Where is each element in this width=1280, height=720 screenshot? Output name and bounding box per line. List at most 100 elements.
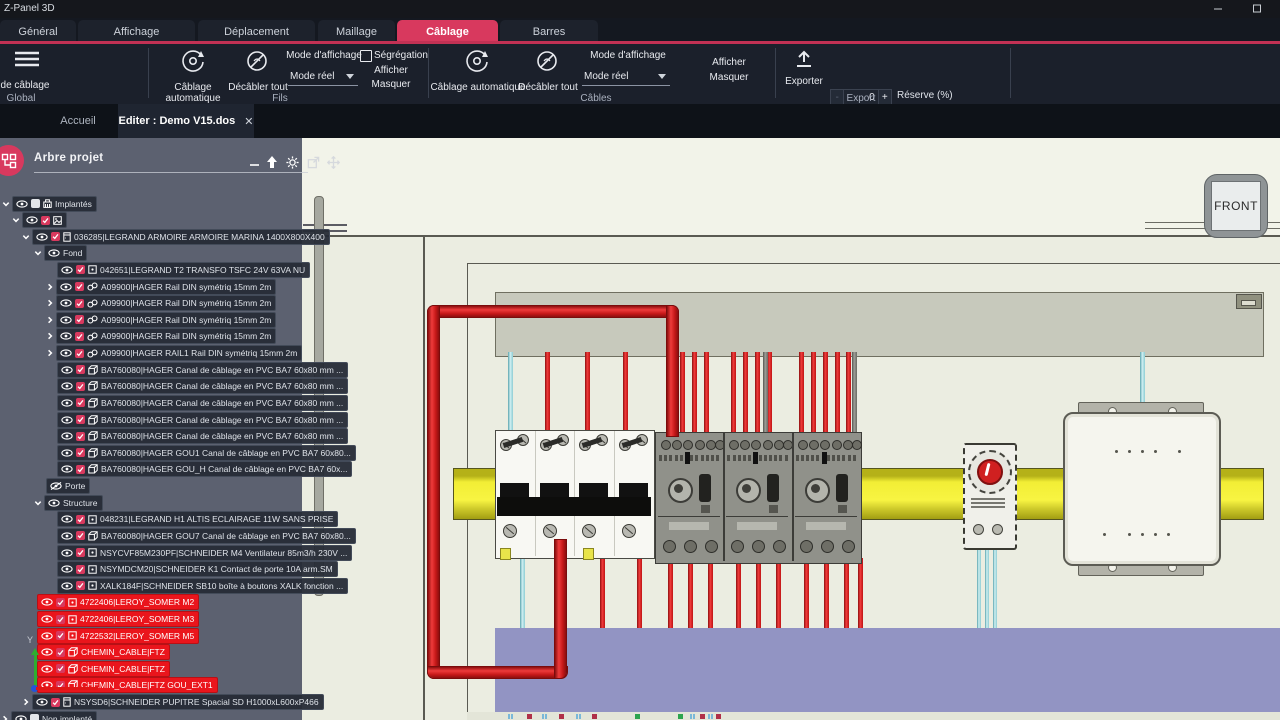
eye-icon[interactable] bbox=[61, 582, 73, 590]
eye-icon[interactable] bbox=[36, 698, 48, 706]
tree-row[interactable]: Structure bbox=[34, 495, 103, 510]
segregation-label[interactable]: Ségrégation bbox=[374, 50, 430, 61]
close-tab-icon[interactable]: ✕ bbox=[244, 115, 253, 128]
chevron-down-icon[interactable] bbox=[34, 499, 42, 507]
eye-icon[interactable] bbox=[61, 399, 73, 407]
checkbox-checked[interactable] bbox=[75, 299, 84, 308]
tree-row[interactable]: BA760080|HAGER Canal de câblage en PVC B… bbox=[57, 362, 348, 377]
tree-row[interactable]: A09900|HAGER Rail DIN symétriq 15mm 2m bbox=[46, 312, 276, 327]
checkbox-checked[interactable] bbox=[76, 432, 85, 441]
export-icon[interactable] bbox=[794, 49, 814, 74]
tree-node-chip[interactable]: Non implanté bbox=[11, 711, 97, 720]
checkbox-checked[interactable] bbox=[51, 232, 60, 241]
tree-row[interactable]: BA760080|HAGER GOU7 Canal de câblage en … bbox=[57, 528, 356, 543]
move-panel-icon[interactable] bbox=[325, 154, 341, 170]
eye-icon[interactable] bbox=[61, 449, 73, 457]
eye-icon[interactable] bbox=[60, 332, 72, 340]
chevron-right-icon[interactable] bbox=[22, 698, 30, 706]
checkbox-checked[interactable] bbox=[41, 216, 50, 225]
eye-icon[interactable] bbox=[60, 283, 72, 291]
tree-node-chip[interactable]: BA760080|HAGER GOU1 Canal de câblage en … bbox=[57, 445, 356, 461]
eye-off-icon[interactable] bbox=[50, 482, 62, 490]
checkbox-checked[interactable] bbox=[75, 282, 84, 291]
eye-icon[interactable] bbox=[61, 266, 73, 274]
chevron-right-icon[interactable] bbox=[1, 715, 9, 720]
tree-row[interactable]: Fond bbox=[34, 246, 87, 261]
tree-node-chip[interactable]: 036285|LEGRAND ARMOIRE ARMOIRE MARINA 14… bbox=[32, 229, 330, 245]
eye-icon[interactable] bbox=[60, 349, 72, 357]
chevron-right-icon[interactable] bbox=[46, 299, 54, 307]
eye-icon[interactable] bbox=[61, 382, 73, 390]
checkbox-checked[interactable] bbox=[76, 531, 85, 540]
tree-row[interactable]: A09900|HAGER RAIL1 Rail DIN symétriq 15m… bbox=[46, 346, 302, 361]
tree-row[interactable]: CHEMIN_CABLE|FTZ bbox=[37, 645, 170, 660]
ribbon-tab-général[interactable]: Général bbox=[0, 20, 76, 43]
checkbox-empty[interactable] bbox=[31, 199, 40, 208]
tree-row[interactable]: 4722406|LEROY_SOMER M3 bbox=[37, 612, 199, 627]
chevron-right-icon[interactable] bbox=[46, 283, 54, 291]
segregation-checkbox[interactable] bbox=[360, 50, 372, 62]
tree-node-chip[interactable]: BA760080|HAGER GOU_H Canal de câblage en… bbox=[57, 461, 352, 477]
tree-node-chip[interactable]: Implantés bbox=[12, 196, 97, 212]
checkbox-empty[interactable] bbox=[30, 714, 39, 720]
checkbox-checked[interactable] bbox=[76, 365, 85, 374]
tree-node-chip[interactable]: BA760080|HAGER Canal de câblage en PVC B… bbox=[57, 395, 348, 411]
chevron-down-icon[interactable] bbox=[2, 200, 10, 208]
eye-icon[interactable] bbox=[48, 249, 60, 257]
tree-node-chip[interactable]: BA760080|HAGER Canal de câblage en PVC B… bbox=[57, 412, 348, 428]
checkbox-checked[interactable] bbox=[76, 448, 85, 457]
eye-icon[interactable] bbox=[61, 549, 73, 557]
tree-node-chip[interactable]: BA760080|HAGER Canal de câblage en PVC B… bbox=[57, 378, 348, 394]
tree-row[interactable]: Non implanté bbox=[1, 711, 97, 720]
view-cube[interactable]: FRONT bbox=[1204, 174, 1268, 238]
checkbox-checked[interactable] bbox=[75, 315, 84, 324]
cables-display-mode-select[interactable]: Mode réel bbox=[584, 71, 628, 82]
cables-hide-button[interactable]: Masquer bbox=[704, 72, 754, 83]
checkbox-checked[interactable] bbox=[75, 332, 84, 341]
viewport-3d[interactable]: FRONT bbox=[302, 138, 1280, 720]
checkbox-checked[interactable] bbox=[76, 382, 85, 391]
tree-row[interactable]: Porte bbox=[46, 479, 90, 494]
checkbox-checked[interactable] bbox=[76, 515, 85, 524]
checkbox-checked[interactable] bbox=[76, 581, 85, 590]
tree-node-chip[interactable]: Porte bbox=[46, 478, 90, 494]
tree-node-chip[interactable]: 4722532|LEROY_SOMER M5 bbox=[37, 628, 199, 644]
tree-node-chip[interactable]: 4722406|LEROY_SOMER M3 bbox=[37, 611, 199, 627]
tree-row[interactable]: NSYCVF85M230PF|SCHNEIDER M4 Ventilateur … bbox=[57, 545, 352, 560]
checkbox-checked[interactable] bbox=[56, 615, 65, 624]
eye-icon[interactable] bbox=[41, 632, 53, 640]
collapse-panel-icon[interactable] bbox=[246, 156, 262, 172]
wiring-mode-icon[interactable] bbox=[14, 50, 40, 73]
tree-row[interactable]: A09900|HAGER Rail DIN symétriq 15mm 2m bbox=[46, 329, 276, 344]
chevron-right-icon[interactable] bbox=[46, 332, 54, 340]
cables-auto-wiring-button[interactable]: Câblage automatique bbox=[430, 82, 526, 93]
tree-node-chip[interactable]: 042651|LEGRAND T2 TRANSFO TSFC 24V 63VA … bbox=[57, 262, 310, 278]
checkbox-checked[interactable] bbox=[76, 398, 85, 407]
chevron-down-icon[interactable] bbox=[22, 233, 30, 241]
eye-icon[interactable] bbox=[61, 565, 73, 573]
auto-wiring-icon[interactable] bbox=[180, 48, 206, 79]
panel-settings-gear-icon[interactable] bbox=[284, 154, 300, 170]
ribbon-tab-maillage[interactable]: Maillage bbox=[318, 20, 395, 43]
tree-node-chip[interactable]: A09900|HAGER Rail DIN symétriq 15mm 2m bbox=[56, 328, 276, 344]
tree-node-chip[interactable]: NSYMDCM20|SCHNEIDER K1 Contact de porte … bbox=[57, 561, 338, 577]
tree-node-chip[interactable] bbox=[22, 212, 67, 228]
eye-icon[interactable] bbox=[15, 715, 27, 720]
tree-row[interactable]: BA760080|HAGER Canal de câblage en PVC B… bbox=[57, 412, 348, 427]
ribbon-tab-barres[interactable]: Barres bbox=[500, 20, 598, 43]
eye-icon[interactable] bbox=[61, 515, 73, 523]
tree-node-chip[interactable]: 048231|LEGRAND H1 ALTIS ECLAIRAGE 11W SA… bbox=[57, 511, 338, 527]
chevron-right-icon[interactable] bbox=[46, 349, 54, 357]
tree-node-chip[interactable]: A09900|HAGER Rail DIN symétriq 15mm 2m bbox=[56, 312, 276, 328]
chevron-down-icon[interactable] bbox=[34, 249, 42, 257]
checkbox-checked[interactable] bbox=[76, 565, 85, 574]
ribbon-tab-affichage[interactable]: Affichage bbox=[78, 20, 195, 43]
chevron-right-icon[interactable] bbox=[46, 316, 54, 324]
tree-node-chip[interactable]: BA760080|HAGER Canal de câblage en PVC B… bbox=[57, 428, 348, 444]
tree-node-chip[interactable]: BA760080|HAGER GOU7 Canal de câblage en … bbox=[57, 528, 356, 544]
tree-node-chip[interactable]: 4722406|LEROY_SOMER M2 bbox=[37, 594, 199, 610]
tree-row[interactable]: CHEMIN_CABLE|FTZ GOU_EXT1 bbox=[37, 678, 218, 693]
tree-row[interactable]: 4722406|LEROY_SOMER M2 bbox=[37, 595, 199, 610]
detach-panel-icon[interactable] bbox=[305, 154, 321, 170]
tree-row[interactable]: 036285|LEGRAND ARMOIRE ARMOIRE MARINA 14… bbox=[22, 229, 330, 244]
